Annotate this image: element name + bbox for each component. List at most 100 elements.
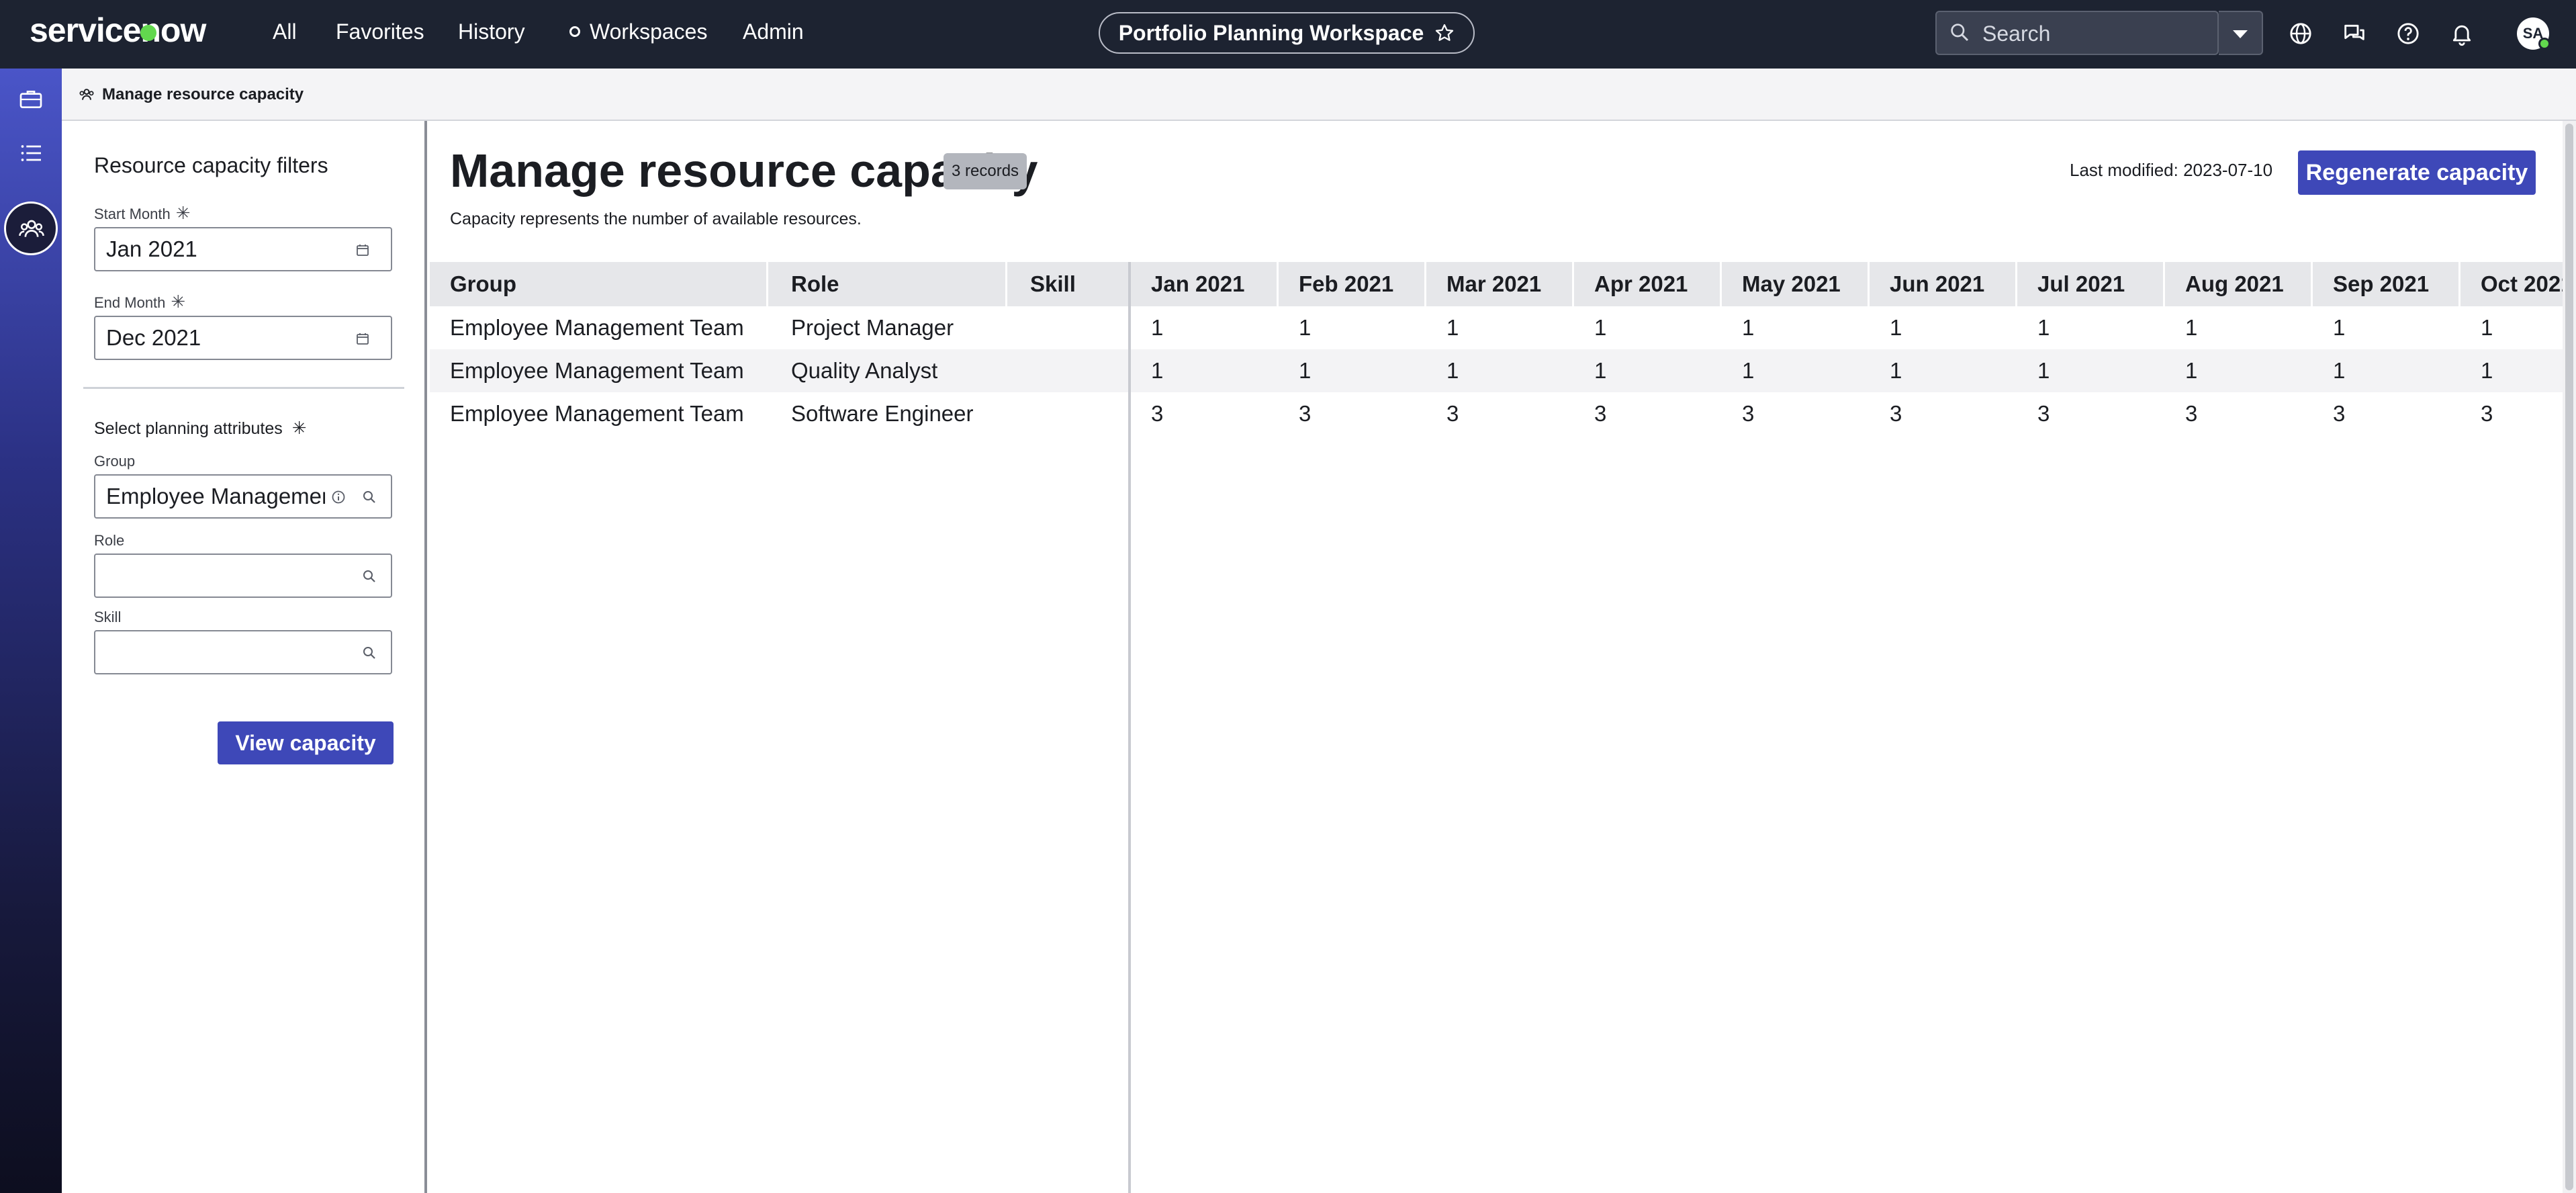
chat-icon[interactable]	[2341, 20, 2368, 47]
table-row[interactable]: Employee Management Team Software Enginee…	[430, 392, 2576, 435]
rail-resource-button[interactable]	[4, 202, 58, 255]
cell-group: Employee Management Team	[450, 401, 744, 426]
view-capacity-button[interactable]: View capacity	[218, 721, 394, 764]
cell-group: Employee Management Team	[450, 358, 744, 383]
people-icon	[79, 89, 94, 100]
calendar-icon[interactable]	[355, 242, 371, 258]
cell-capacity[interactable]: 1	[1722, 306, 1870, 349]
column-header-month[interactable]: Mar 2021	[1426, 262, 1574, 306]
cell-capacity[interactable]: 1	[1870, 306, 2017, 349]
cell-capacity[interactable]: 1	[1131, 349, 1279, 392]
workspace-context-pill[interactable]: Portfolio Planning Workspace	[1099, 12, 1475, 54]
search-icon[interactable]	[361, 489, 377, 505]
column-header-month[interactable]: Jul 2021	[2017, 262, 2165, 306]
global-search-input[interactable]: Search	[1935, 11, 2219, 55]
regenerate-capacity-button[interactable]: Regenerate capacity	[2298, 150, 2536, 195]
cell-capacity[interactable]: 3	[2313, 392, 2460, 435]
nav-history[interactable]: History	[458, 19, 525, 44]
cell-skill	[1010, 349, 1128, 392]
cell-capacity[interactable]: 1	[2165, 349, 2313, 392]
cell-capacity[interactable]: 1	[1722, 349, 1870, 392]
cell-capacity[interactable]: 1	[2017, 306, 2165, 349]
calendar-icon[interactable]	[355, 330, 371, 347]
table-row[interactable]: Employee Management Team Quality Analyst 1…	[430, 349, 2576, 392]
cell-capacity[interactable]: 1	[2017, 349, 2165, 392]
cell-capacity[interactable]: 1	[2165, 306, 2313, 349]
column-header-month[interactable]: May 2021	[1722, 262, 1870, 306]
cell-capacity[interactable]: 3	[2017, 392, 2165, 435]
cell-capacity[interactable]: 3	[1722, 392, 1870, 435]
cell-capacity[interactable]: 1	[2460, 306, 2576, 349]
start-month-value: Jan 2021	[106, 236, 197, 261]
cell-capacity[interactable]: 3	[2165, 392, 2313, 435]
filters-divider	[83, 387, 404, 389]
cell-capacity[interactable]: 1	[1426, 306, 1574, 349]
vertical-scrollbar[interactable]	[2563, 121, 2576, 1193]
rail-portfolio-button[interactable]	[9, 78, 52, 121]
rail-list-button[interactable]	[9, 132, 52, 175]
end-month-label-text: End Month	[94, 294, 166, 311]
column-header-month[interactable]: Jan 2021	[1131, 262, 1279, 306]
column-header-role[interactable]: Role	[771, 262, 1007, 306]
cell-capacity[interactable]: 3	[2460, 392, 2576, 435]
top-navigation-bar: servicenow All Favorites History Workspa…	[0, 0, 2576, 69]
end-month-value: Dec 2021	[106, 325, 201, 350]
servicenow-logo[interactable]: servicenow	[30, 11, 206, 50]
column-header-month[interactable]: Feb 2021	[1279, 262, 1426, 306]
column-header-month[interactable]: Aug 2021	[2165, 262, 2313, 306]
cell-capacity[interactable]: 1	[2313, 306, 2460, 349]
logo-accent	[140, 25, 156, 41]
column-header-skill[interactable]: Skill	[1010, 262, 1128, 306]
end-month-field[interactable]: Dec 2021	[94, 316, 392, 360]
cell-skill	[1010, 306, 1128, 349]
cell-capacity[interactable]: 3	[1279, 392, 1426, 435]
search-icon[interactable]	[361, 645, 377, 661]
cell-capacity[interactable]: 3	[1131, 392, 1279, 435]
search-icon[interactable]	[361, 568, 377, 584]
table-row[interactable]: Employee Management Team Project Manager 1…	[430, 306, 2576, 349]
required-mark: ✳	[175, 203, 191, 223]
column-header-month[interactable]: Oct 2021	[2460, 262, 2576, 306]
role-field[interactable]	[94, 554, 392, 598]
start-month-field[interactable]: Jan 2021	[94, 227, 392, 271]
search-scope-dropdown[interactable]	[2219, 11, 2263, 55]
cell-capacity[interactable]: 1	[1279, 306, 1426, 349]
cell-capacity[interactable]: 1	[1574, 349, 1722, 392]
nav-favorites[interactable]: Favorites	[336, 19, 424, 44]
bell-icon[interactable]	[2448, 20, 2475, 47]
info-icon[interactable]	[330, 489, 347, 505]
cell-capacity[interactable]: 1	[2313, 349, 2460, 392]
frozen-column-divider[interactable]	[1128, 262, 1131, 1193]
cell-capacity[interactable]: 3	[1870, 392, 2017, 435]
globe-icon[interactable]	[2287, 20, 2314, 47]
cell-skill	[1010, 392, 1128, 435]
column-header-month[interactable]: Sep 2021	[2313, 262, 2460, 306]
cell-capacity[interactable]: 3	[1574, 392, 1722, 435]
help-icon[interactable]	[2395, 20, 2422, 47]
column-header-month[interactable]: Apr 2021	[1574, 262, 1722, 306]
group-field[interactable]: Employee Management Team	[94, 474, 392, 519]
cell-capacity[interactable]: 1	[1426, 349, 1574, 392]
star-icon[interactable]	[1434, 23, 1455, 43]
cell-capacity[interactable]: 1	[1574, 306, 1722, 349]
cell-capacity[interactable]: 1	[1279, 349, 1426, 392]
skill-field[interactable]	[94, 630, 392, 674]
start-month-label: Start Month ✳	[94, 203, 191, 224]
role-label: Role	[94, 532, 125, 549]
tab-manage-resource-capacity[interactable]: Manage resource capacity	[62, 69, 320, 121]
cell-capacity[interactable]: 3	[1426, 392, 1574, 435]
cell-capacity[interactable]: 1	[2460, 349, 2576, 392]
scrollbar-thumb[interactable]	[2565, 124, 2573, 1190]
cell-capacity[interactable]: 1	[1870, 349, 2017, 392]
capacity-main: Manage resource capacity 3 records Capac…	[430, 121, 2576, 1193]
column-header-group[interactable]: Group	[430, 262, 768, 306]
nav-workspaces[interactable]: Workspaces	[569, 19, 707, 44]
column-header-month[interactable]: Jun 2021	[1870, 262, 2017, 306]
nav-all[interactable]: All	[273, 19, 297, 44]
nav-admin[interactable]: Admin	[743, 19, 804, 44]
required-mark: ✳	[171, 292, 186, 312]
cell-capacity[interactable]: 1	[1131, 306, 1279, 349]
skill-label: Skill	[94, 609, 122, 625]
group-value: Employee Management Team	[106, 484, 325, 509]
planning-attributes-text: Select planning attributes	[94, 419, 283, 438]
